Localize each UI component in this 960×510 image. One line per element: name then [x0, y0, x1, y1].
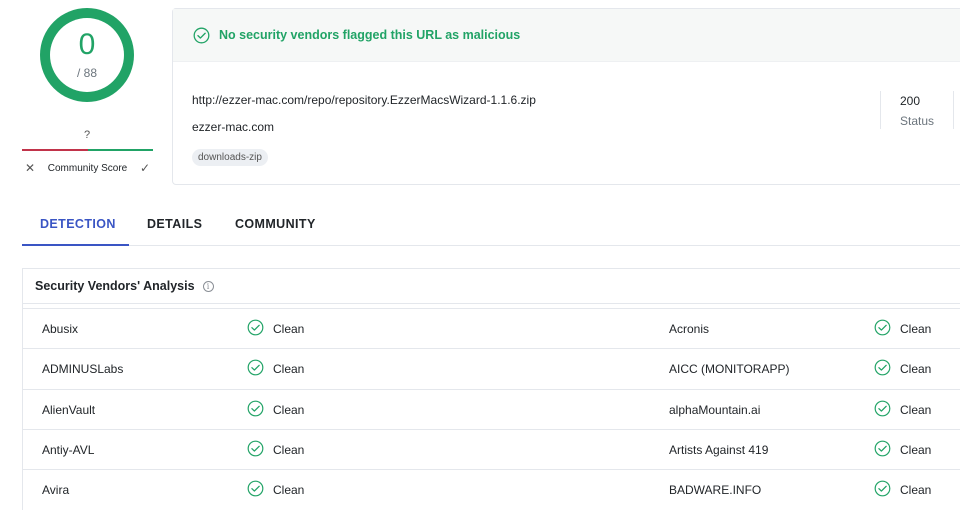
vendor-result-label: Clean: [900, 483, 932, 498]
vendor-name: alphaMountain.ai: [669, 402, 761, 417]
vendor-row: Avira Clean BADWARE.INFO Clean: [23, 470, 960, 510]
check-circle-icon: [247, 319, 273, 339]
vendors-title: Security Vendors' Analysis: [35, 279, 195, 293]
tab-community[interactable]: COMMUNITY: [235, 204, 316, 246]
check-circle-icon: [247, 440, 273, 460]
vendor-result-label: Clean: [900, 322, 932, 336]
vendor-result-label: Clean: [900, 442, 932, 457]
vendor-result: Clean: [247, 470, 304, 510]
vendor-result: Clean: [874, 390, 931, 430]
vendor-name: Avira: [42, 483, 70, 498]
vendor-name: Acronis: [669, 322, 710, 336]
vendor-name: Antiy-AVL: [42, 442, 95, 457]
detection-count: 0: [78, 28, 96, 61]
vendor-result-label: Clean: [273, 402, 305, 417]
vendor-result-label: Clean: [273, 483, 305, 498]
vendor-result-label: Clean: [273, 442, 305, 457]
check-circle-icon: [193, 27, 210, 44]
vendor-result-label: Clean: [900, 402, 932, 417]
vendor-name: AlienVault: [42, 402, 96, 417]
check-circle-icon: [874, 480, 900, 500]
vendor-result: Clean: [874, 430, 931, 470]
vendor-name: BADWARE.INFO: [669, 483, 762, 498]
status-label: Status: [900, 114, 935, 128]
url-domain[interactable]: ezzer-mac.com: [192, 120, 274, 134]
tab-details[interactable]: DETAILS: [147, 204, 202, 246]
vendor-row: ADMINUSLabs Clean AICC (MONITORAPP) Clean: [23, 349, 960, 390]
vendor-row: Abusix Clean Acronis Clean: [23, 309, 960, 350]
vendor-result: Clean: [874, 470, 931, 510]
url-summary-card: No security vendors flagged this URL as …: [172, 8, 960, 185]
vendor-result: Clean: [247, 349, 304, 389]
security-vendors-analysis: Security Vendors' Analysis i Abusix Clean…: [22, 268, 960, 510]
community-score-positive: [88, 149, 153, 151]
x-icon[interactable]: ✕: [22, 161, 38, 175]
check-circle-icon: [874, 400, 900, 420]
community-score-negative: [22, 149, 88, 151]
vendor-result-label: Clean: [273, 362, 305, 377]
vendor-result: Clean: [247, 430, 304, 470]
check-circle-icon: [874, 359, 900, 379]
vendor-name: Abusix: [42, 322, 79, 336]
check-circle-icon: [874, 319, 900, 339]
community-score-label: Community Score: [47, 162, 128, 174]
check-circle-icon: [874, 440, 900, 460]
vendor-result-label: Clean: [900, 362, 932, 377]
vendor-name: Artists Against 419: [669, 442, 769, 457]
vendor-result: Clean: [247, 390, 304, 430]
community-score-row: ✕ Community Score ✓: [22, 157, 153, 179]
verdict-banner: No security vendors flagged this URL as …: [173, 9, 960, 62]
vendor-result-label: Clean: [273, 322, 305, 336]
community-score-value: ?: [84, 129, 91, 141]
vendor-result: Clean: [874, 309, 931, 349]
vendor-name: ADMINUSLabs: [42, 362, 124, 377]
info-icon[interactable]: i: [202, 280, 214, 292]
vendors-header: Security Vendors' Analysis i: [23, 269, 960, 304]
vendor-list: Abusix Clean Acronis Clean ADMINUSLabs Clean A…: [23, 309, 960, 510]
check-circle-icon: [247, 480, 273, 500]
detection-score: 0 / 88: [50, 18, 124, 92]
community-score-bar: [22, 149, 153, 151]
vendor-row: Antiy-AVL Clean Artists Against 419 Clean: [23, 430, 960, 471]
status-code: 200: [900, 94, 921, 108]
report-tabs: DETECTION DETAILS COMMUNITY: [22, 204, 960, 246]
check-circle-icon: [247, 400, 273, 420]
tab-detection[interactable]: DETECTION: [22, 204, 129, 246]
vendor-total: / 88: [76, 66, 97, 80]
scanned-url[interactable]: http://ezzer-mac.com/repo/repository.Ezz…: [192, 93, 536, 107]
check-circle-icon: [247, 359, 273, 379]
vendor-result: Clean: [874, 349, 931, 389]
check-icon[interactable]: ✓: [137, 161, 153, 175]
vendor-result: Clean: [247, 309, 304, 349]
verdict-text: No security vendors flagged this URL as …: [219, 28, 521, 42]
vendor-name: AICC (MONITORAPP): [669, 362, 790, 377]
url-tag[interactable]: downloads-zip: [192, 149, 268, 166]
http-status: 200 Status: [880, 91, 954, 129]
vendor-row: AlienVault Clean alphaMountain.ai Clean: [23, 390, 960, 430]
detection-score-ring: 0 / 88: [40, 8, 134, 102]
